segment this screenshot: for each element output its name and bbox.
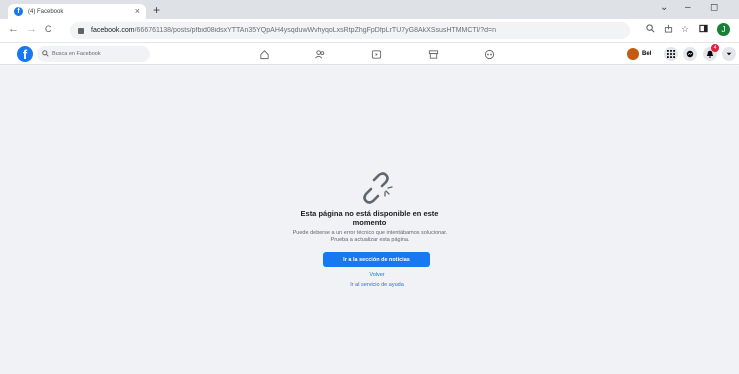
zoom-icon[interactable] bbox=[646, 24, 655, 35]
user-profile-button[interactable]: Bel bbox=[627, 47, 651, 61]
tab-close-icon[interactable]: × bbox=[135, 6, 140, 16]
search-icon bbox=[42, 49, 49, 59]
forward-button[interactable]: → bbox=[26, 23, 37, 35]
user-name: Bel bbox=[642, 51, 652, 57]
tab-search-icon[interactable]: ⌄ bbox=[660, 2, 668, 13]
facebook-favicon-icon: f bbox=[14, 7, 23, 16]
groups-icon[interactable] bbox=[482, 47, 496, 61]
sidebar-icon[interactable] bbox=[699, 24, 708, 35]
tab-strip: f (4) Facebook × + ⌄ – ◻ bbox=[0, 0, 739, 19]
error-description-line-2: Prueba a actualizar esta página. bbox=[330, 237, 410, 243]
error-heading: Esta página no está disponible en este m… bbox=[300, 209, 439, 227]
notifications-count-badge: 4 bbox=[711, 44, 719, 52]
reload-button[interactable]: C bbox=[45, 24, 52, 34]
menu-grid-icon[interactable] bbox=[664, 47, 678, 61]
back-button[interactable]: ← bbox=[8, 23, 19, 35]
go-to-news-feed-button[interactable]: Ir a la sección de noticias bbox=[323, 252, 430, 267]
error-description: Puede deberse a un error técnico que int… bbox=[270, 230, 470, 244]
lock-icon bbox=[78, 27, 84, 34]
url-host: facebook.com bbox=[91, 27, 135, 34]
user-avatar bbox=[627, 48, 639, 60]
error-page-content: Esta página no está disponible en este m… bbox=[0, 66, 739, 374]
star-icon[interactable]: ☆ bbox=[681, 24, 689, 35]
back-link[interactable]: Volver bbox=[327, 272, 427, 278]
messenger-icon[interactable] bbox=[683, 47, 697, 61]
marketplace-icon[interactable] bbox=[426, 47, 440, 61]
broken-link-icon bbox=[363, 172, 393, 204]
address-bar[interactable]: facebook.com /666761138/posts/pfbid08ids… bbox=[70, 22, 630, 39]
help-center-link[interactable]: Ir al servicio de ayuda bbox=[327, 282, 427, 288]
facebook-search-input[interactable]: Busca en Facebook bbox=[37, 46, 150, 62]
minimize-button[interactable]: – bbox=[685, 2, 691, 13]
new-tab-button[interactable]: + bbox=[153, 3, 160, 17]
browser-toolbar: ← → C facebook.com /666761138/posts/pfbi… bbox=[0, 19, 739, 43]
home-icon[interactable] bbox=[257, 47, 271, 61]
browser-window: f (4) Facebook × + ⌄ – ◻ ← → C facebook.… bbox=[0, 0, 739, 374]
facebook-header: f Busca en Facebook Bel 4 bbox=[0, 43, 739, 65]
maximize-button[interactable]: ◻ bbox=[710, 2, 718, 13]
friends-icon[interactable] bbox=[313, 47, 327, 61]
profile-avatar[interactable]: J bbox=[717, 23, 730, 36]
tab-title: (4) Facebook bbox=[28, 8, 64, 15]
account-menu-chevron-icon[interactable] bbox=[722, 47, 736, 61]
tab-facebook[interactable]: f (4) Facebook × bbox=[8, 4, 146, 19]
search-placeholder: Busca en Facebook bbox=[52, 51, 101, 57]
share-icon[interactable] bbox=[664, 24, 673, 35]
watch-icon[interactable] bbox=[369, 47, 383, 61]
url-path: /666761138/posts/pfbid08idsxYTTAn35YQpAH… bbox=[134, 27, 496, 34]
error-description-line-1: Puede deberse a un error técnico que int… bbox=[292, 230, 448, 236]
facebook-logo-icon[interactable]: f bbox=[17, 46, 33, 62]
